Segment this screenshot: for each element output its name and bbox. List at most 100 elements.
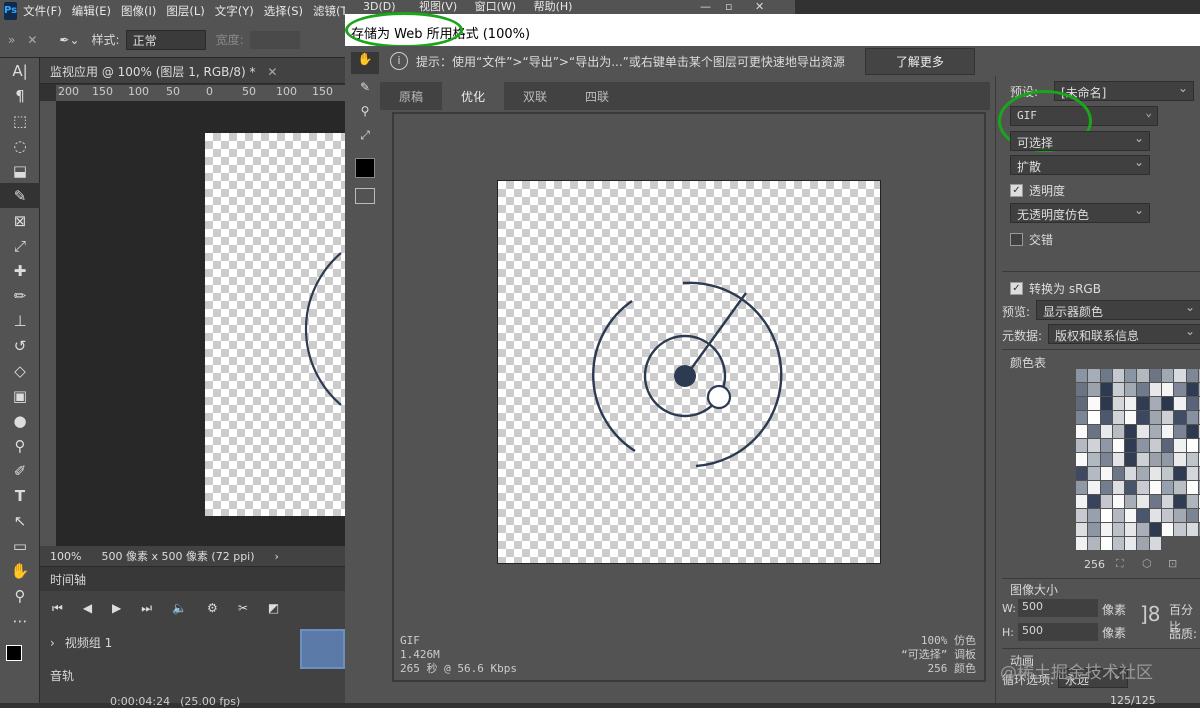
tab-2-up[interactable]: 双联 (504, 82, 566, 110)
color-swatch[interactable] (1100, 481, 1112, 494)
color-swatch[interactable] (1162, 425, 1174, 438)
color-swatch[interactable] (1112, 397, 1125, 410)
window-close-icon[interactable]: ✕ (755, 0, 764, 14)
color-swatch[interactable] (1149, 467, 1162, 480)
prev-frame-icon[interactable]: ◀ (83, 601, 92, 616)
color-swatch[interactable] (1137, 509, 1149, 522)
color-swatch[interactable] (1100, 411, 1112, 424)
color-swatch[interactable] (1186, 467, 1198, 480)
timeline-clip[interactable] (300, 629, 345, 669)
document-tab[interactable]: 监视应用 @ 100% (图层 1, RGB/8) * ✕ (40, 58, 345, 84)
color-swatch[interactable] (1137, 537, 1149, 550)
lasso-tool-icon[interactable]: ◌ (0, 133, 40, 158)
transition-icon[interactable]: ◩ (268, 601, 279, 616)
path-select-tool-icon[interactable]: ↖ (0, 508, 40, 533)
web-shift-icon[interactable]: ⬡ (1142, 557, 1152, 570)
color-swatch[interactable] (1186, 439, 1198, 452)
color-swatch[interactable] (1088, 467, 1100, 480)
color-swatch[interactable] (1100, 369, 1112, 382)
dither-select[interactable]: 扩散 (1010, 155, 1150, 175)
color-swatch[interactable] (1162, 453, 1174, 466)
color-swatch[interactable] (1112, 467, 1125, 480)
color-swatch[interactable] (1174, 495, 1186, 508)
color-swatch[interactable] (1174, 481, 1186, 494)
convert-srgb-checkbox[interactable]: ✓ 转换为 sRGB (1010, 280, 1101, 297)
color-swatch[interactable] (1186, 369, 1198, 382)
chevron-right-icon[interactable]: › (50, 636, 55, 650)
reduction-select[interactable]: 可选择 (1010, 131, 1150, 151)
foreground-color[interactable] (6, 645, 22, 661)
rectangle-tool-icon[interactable]: ▭ (0, 533, 40, 558)
color-swatch[interactable] (1162, 397, 1174, 410)
matte-dither-select[interactable]: 无透明度仿色 (1010, 203, 1150, 223)
learn-more-button[interactable]: 了解更多 (864, 47, 975, 75)
eyedropper-tool-icon[interactable]: ⤢ (0, 233, 40, 258)
play-icon[interactable]: ▶ (112, 601, 121, 616)
hand-tool-icon[interactable]: ✋ (351, 52, 379, 74)
close-options-icon[interactable]: ✕ (27, 33, 37, 47)
color-swatches[interactable] (0, 633, 39, 673)
color-swatch[interactable] (1137, 369, 1149, 382)
color-swatch[interactable] (1100, 383, 1112, 396)
color-swatch[interactable] (1125, 439, 1137, 452)
dodge-tool-icon[interactable]: ⚲ (0, 433, 40, 458)
scissors-icon[interactable]: ✂ (238, 601, 248, 616)
color-swatch[interactable] (1174, 411, 1186, 424)
color-swatch[interactable] (1137, 481, 1149, 494)
paragraph-tool-icon[interactable]: ¶ (0, 83, 40, 108)
color-swatch[interactable] (1112, 537, 1125, 550)
color-swatch[interactable] (1088, 411, 1100, 424)
eraser-tool-icon[interactable]: ◇ (0, 358, 40, 383)
color-swatch[interactable] (1162, 509, 1174, 522)
color-swatch[interactable] (1076, 481, 1088, 494)
color-swatch[interactable] (1100, 495, 1112, 508)
color-swatch[interactable] (1088, 453, 1100, 466)
color-swatch[interactable] (1137, 495, 1149, 508)
zoom-tool-icon[interactable]: ⚲ (0, 583, 40, 608)
color-swatch[interactable] (1174, 453, 1186, 466)
color-swatch[interactable] (1125, 495, 1137, 508)
color-swatch[interactable] (1162, 481, 1174, 494)
menu-layer[interactable]: 图层(L) (166, 3, 204, 19)
more-tools-icon[interactable]: ⋯ (0, 608, 40, 633)
zoom-icon[interactable]: ⚲ (351, 104, 379, 124)
color-swatch[interactable] (1137, 439, 1149, 452)
color-swatch[interactable] (1149, 523, 1162, 536)
slice-tool-icon[interactable]: ✎ (0, 183, 40, 208)
panel-collapse-icon[interactable]: » (8, 33, 15, 47)
color-swatch[interactable] (1149, 495, 1162, 508)
color-swatch[interactable] (1088, 537, 1100, 550)
color-swatch[interactable] (1162, 467, 1174, 480)
color-swatch[interactable] (1076, 495, 1088, 508)
window-minimize-icon[interactable]: — (700, 0, 711, 14)
color-swatch[interactable] (1186, 383, 1198, 396)
history-brush-icon[interactable]: ↺ (0, 333, 40, 358)
settings-gear-icon[interactable]: ⚙ (207, 601, 218, 616)
menu-file[interactable]: 文件(F) (23, 3, 62, 19)
color-swatch[interactable] (1088, 425, 1100, 438)
color-swatch[interactable] (1162, 369, 1174, 382)
color-swatch[interactable] (1174, 509, 1186, 522)
color-swatch[interactable] (1088, 523, 1100, 536)
first-frame-icon[interactable]: ⏮ (52, 601, 63, 616)
menu-view[interactable]: 视图(V) (419, 0, 457, 13)
style-select[interactable]: 正常 (125, 29, 206, 50)
menu-window[interactable]: 窗口(W) (475, 0, 516, 13)
color-swatch[interactable] (1174, 369, 1186, 382)
color-swatch[interactable] (1162, 523, 1174, 536)
optimized-preview[interactable]: GIF 1.426M 265 秒 @ 56.6 Kbps 100% 仿色 “可选… (392, 112, 986, 682)
color-swatch[interactable] (1112, 509, 1125, 522)
color-swatch[interactable] (1174, 439, 1186, 452)
color-swatch[interactable] (1125, 453, 1137, 466)
next-frame-icon[interactable]: ⏭ (141, 601, 152, 616)
color-swatch[interactable] (1186, 411, 1198, 424)
type-tool-icon[interactable]: T (0, 483, 40, 508)
eyedropper-icon[interactable]: ⤢ (351, 128, 379, 148)
brush-preset-icon[interactable]: ✒⌄ (59, 33, 79, 47)
color-swatch[interactable] (1137, 397, 1149, 410)
color-swatch[interactable] (1100, 453, 1112, 466)
color-swatch[interactable] (1100, 439, 1112, 452)
menu-help[interactable]: 帮助(H) (534, 0, 573, 13)
eyedropper-color-swatch[interactable] (355, 158, 375, 178)
color-swatch[interactable] (1186, 481, 1198, 494)
